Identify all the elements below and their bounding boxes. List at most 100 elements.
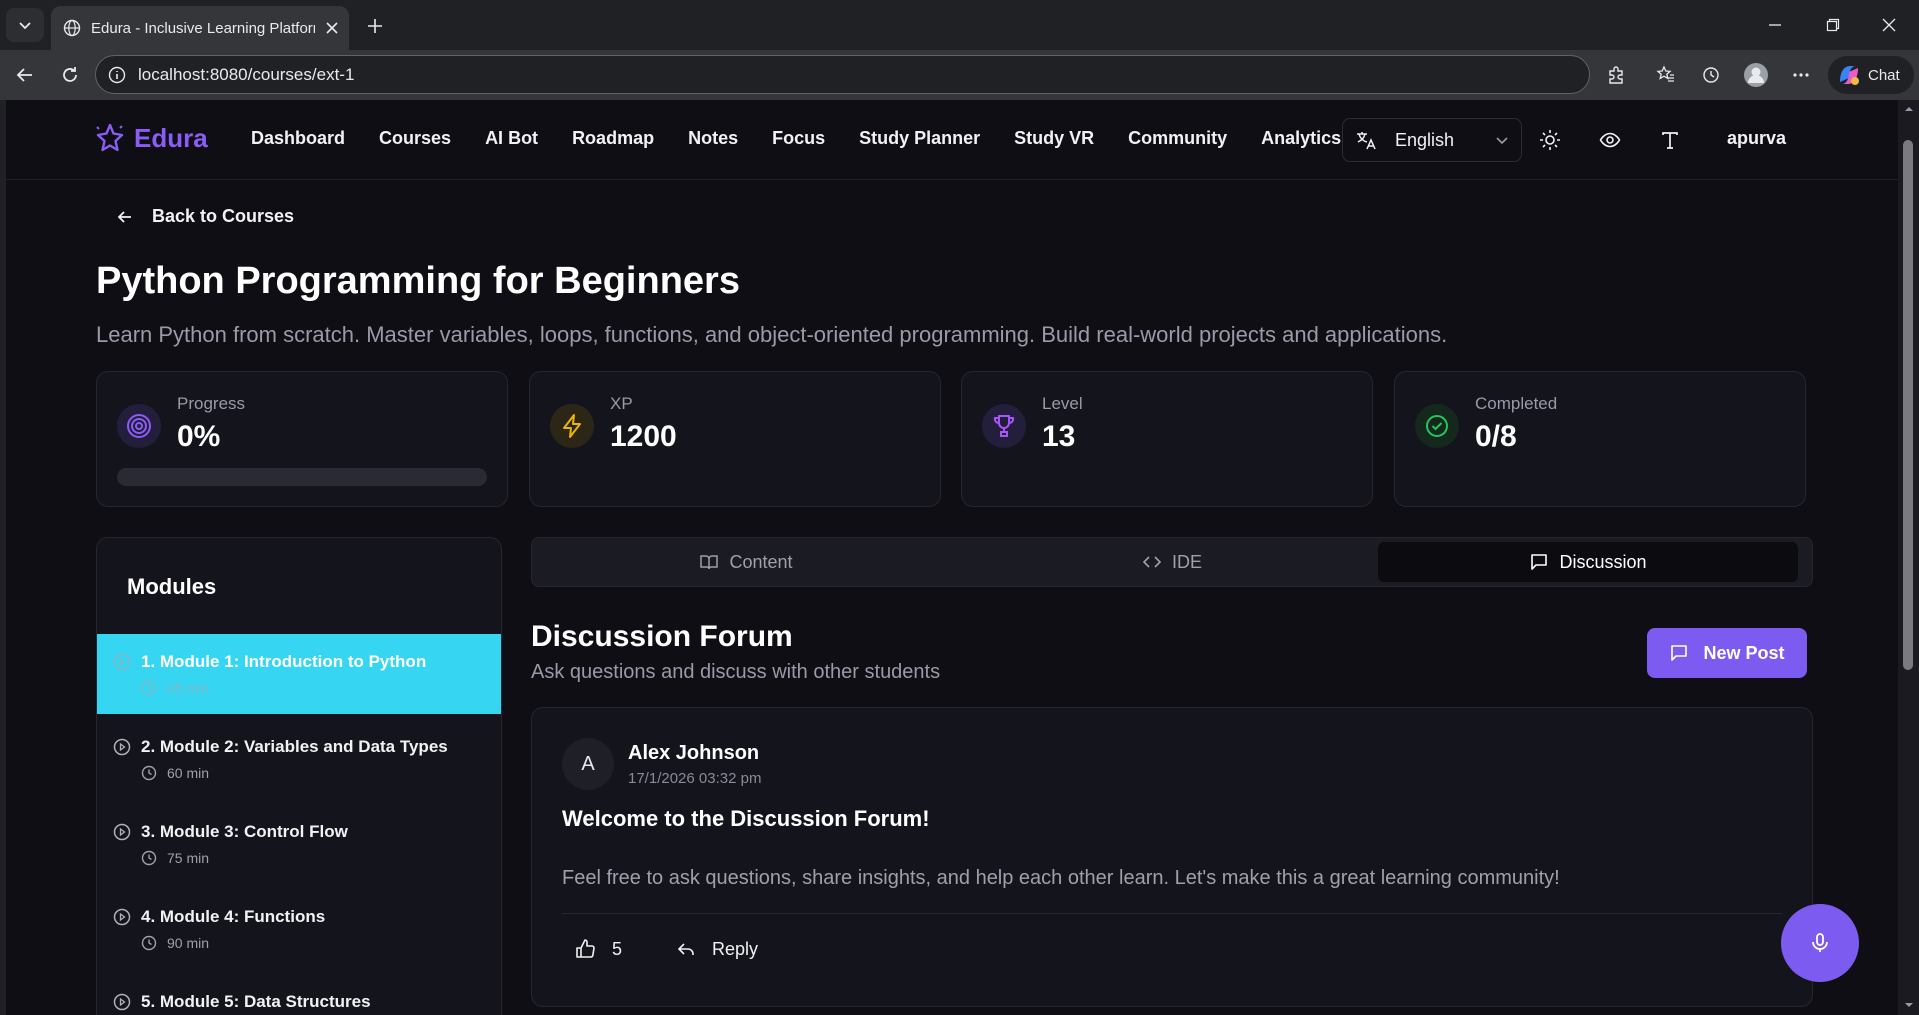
forum-post: A Alex Johnson 17/1/2026 03:32 pm Welcom… — [531, 707, 1813, 1007]
course-tabs: Content IDE Discussion — [531, 537, 1813, 587]
reply-label: Reply — [712, 938, 759, 959]
progress-card: Progress 0% — [96, 371, 508, 507]
info-icon — [108, 66, 126, 83]
nav-roadmap[interactable]: Roadmap — [572, 128, 654, 149]
avatar: A — [562, 738, 614, 790]
tab-discussion-label: Discussion — [1559, 551, 1647, 572]
nav-analytics[interactable]: Analytics — [1261, 128, 1341, 149]
translate-icon — [1357, 132, 1376, 150]
chat-label: Chat — [1868, 66, 1900, 84]
module-item[interactable]: 2. Module 2: Variables and Data Types 60… — [97, 719, 501, 799]
window-close-button[interactable] — [1866, 12, 1912, 38]
clock-icon — [141, 935, 157, 951]
nav-notes[interactable]: Notes — [688, 128, 738, 149]
clock-icon — [141, 850, 157, 866]
plus-icon — [368, 19, 382, 33]
nav-study-planner[interactable]: Study Planner — [859, 128, 980, 149]
like-button[interactable]: 5 — [574, 938, 622, 960]
new-post-button[interactable]: New Post — [1647, 628, 1807, 678]
tab-list-button[interactable] — [6, 8, 44, 42]
language-select[interactable]: English — [1342, 118, 1522, 162]
level-value: 13 — [1042, 420, 1076, 453]
address-bar[interactable]: localhost:8080/courses/ext-1 — [95, 55, 1590, 94]
nav-ai-bot[interactable]: AI Bot — [485, 128, 538, 149]
play-circle-icon — [113, 823, 131, 841]
modules-panel: Modules 1. Module 1: Introduction to Pyt… — [96, 537, 502, 1015]
restore-button[interactable] — [1810, 12, 1856, 38]
module-item[interactable]: 4. Module 4: Functions 90 min — [97, 889, 501, 969]
trophy-icon — [982, 404, 1026, 448]
page-viewport: Edura Dashboard Courses AI Bot Roadmap N… — [6, 100, 1898, 1015]
module-item[interactable]: 3. Module 3: Control Flow 75 min — [97, 804, 501, 884]
module-item[interactable]: 1. Module 1: Introduction to Python 45 m… — [97, 634, 501, 714]
text-size-button[interactable] — [1656, 126, 1684, 154]
profile-button[interactable] — [1741, 60, 1771, 90]
target-icon — [117, 404, 161, 448]
arrow-left-icon — [16, 68, 32, 82]
more-horizontal-icon — [1793, 73, 1809, 77]
chevron-down-icon — [1496, 137, 1508, 145]
module-item[interactable]: 5. Module 5: Data Structures — [97, 974, 501, 1015]
voice-assistant-button[interactable] — [1781, 904, 1859, 982]
more-menu-button[interactable] — [1786, 60, 1816, 90]
forum-title: Discussion Forum — [531, 620, 793, 653]
minimize-button[interactable] — [1752, 12, 1798, 38]
nav-dashboard[interactable]: Dashboard — [251, 128, 345, 149]
post-divider — [562, 913, 1782, 914]
tab-discussion[interactable]: Discussion — [1378, 542, 1798, 582]
completed-card: Completed 0/8 — [1394, 371, 1806, 507]
brand-logo[interactable]: Edura — [94, 122, 208, 154]
module-name: 2. Module 2: Variables and Data Types — [141, 737, 448, 756]
level-label: Level — [1042, 394, 1083, 413]
favorites-button[interactable] — [1651, 60, 1681, 90]
post-actions: 5 Reply — [574, 938, 758, 960]
new-post-label: New Post — [1703, 642, 1785, 663]
tab-content[interactable]: Content — [536, 542, 956, 582]
favorites-list-icon — [1656, 65, 1674, 82]
arrow-left-icon — [117, 210, 131, 223]
progress-value: 0% — [177, 420, 221, 453]
back-to-courses-link[interactable]: Back to Courses — [116, 206, 294, 227]
visibility-toggle-button[interactable] — [1596, 126, 1624, 154]
post-body: Feel free to ask questions, share insigh… — [562, 867, 1560, 889]
brand-name: Edura — [134, 122, 208, 153]
play-circle-icon — [113, 738, 131, 756]
theme-toggle-button[interactable] — [1536, 126, 1564, 154]
reply-button[interactable]: Reply — [676, 939, 758, 960]
tab-title: Edura - Inclusive Learning Platform — [91, 19, 315, 37]
browser-tab[interactable]: Edura - Inclusive Learning Platform — [51, 6, 349, 50]
copilot-chat-button[interactable]: Chat — [1828, 56, 1914, 94]
user-name[interactable]: apurva — [1727, 128, 1786, 149]
nav-community[interactable]: Community — [1128, 128, 1227, 149]
xp-label: XP — [610, 394, 633, 413]
history-icon — [1703, 67, 1719, 83]
clock-icon — [141, 680, 157, 696]
scrollbar-thumb[interactable] — [1903, 140, 1913, 670]
new-tab-button[interactable] — [360, 12, 390, 40]
nav-focus[interactable]: Focus — [772, 128, 825, 149]
scroll-down-icon[interactable] — [1904, 1000, 1914, 1010]
history-button[interactable] — [1696, 60, 1726, 90]
forum-subtitle: Ask questions and discuss with other stu… — [531, 661, 941, 683]
browser-tab-bar: Edura - Inclusive Learning Platform — [0, 0, 1919, 50]
message-square-icon — [1671, 645, 1688, 661]
eye-icon — [1599, 132, 1621, 148]
extensions-button[interactable] — [1601, 60, 1631, 90]
nav-courses[interactable]: Courses — [379, 128, 451, 149]
module-duration: 90 min — [167, 935, 210, 951]
course-description: Learn Python from scratch. Master variab… — [96, 322, 1448, 347]
language-value: English — [1395, 129, 1455, 150]
post-title: Welcome to the Discussion Forum! — [562, 806, 930, 831]
close-icon[interactable] — [325, 21, 339, 35]
back-button[interactable] — [10, 60, 40, 90]
microphone-icon — [1812, 933, 1828, 952]
address-url: localhost:8080/courses/ext-1 — [138, 64, 355, 84]
app-header: Edura Dashboard Courses AI Bot Roadmap N… — [6, 100, 1898, 180]
clock-icon — [141, 765, 157, 781]
progress-label: Progress — [177, 394, 246, 413]
scroll-up-icon[interactable] — [1904, 104, 1914, 114]
nav-study-vr[interactable]: Study VR — [1014, 128, 1094, 149]
globe-icon — [63, 19, 81, 37]
tab-ide[interactable]: IDE — [962, 542, 1382, 582]
reload-button[interactable] — [55, 60, 85, 90]
